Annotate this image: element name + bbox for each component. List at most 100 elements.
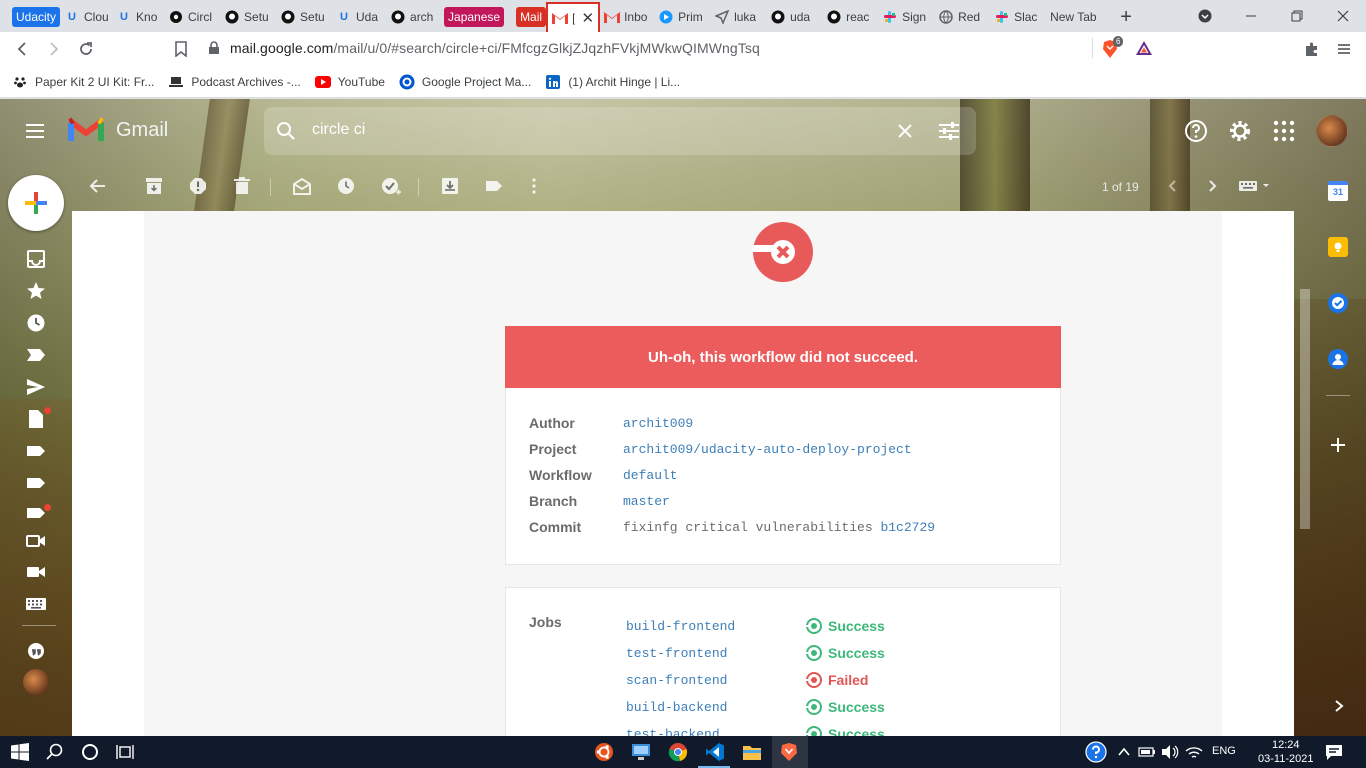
google-apps-grid-icon[interactable]	[1273, 120, 1297, 144]
compose-button[interactable]	[8, 175, 64, 231]
bookmark-podcast-archives[interactable]: Podcast Archives -...	[168, 74, 301, 90]
sent-icon[interactable]	[26, 377, 46, 397]
newer-chevron-left-icon[interactable]	[1164, 177, 1184, 197]
job-name-link[interactable]: build-backend	[626, 700, 806, 715]
tab-udacity-3[interactable]: U Uda	[332, 3, 386, 31]
bookmark-page-button[interactable]	[165, 33, 197, 65]
tab-github-uda[interactable]: uda	[766, 3, 822, 31]
tab-gmail-active[interactable]: [ ✕	[546, 2, 601, 32]
action-center-notification-icon[interactable]	[1322, 740, 1346, 764]
battery-icon[interactable]	[1135, 740, 1159, 764]
get-addons-plus-icon[interactable]	[1330, 437, 1346, 453]
reload-button[interactable]	[70, 33, 102, 65]
help-icon[interactable]	[1184, 119, 1208, 143]
job-name-link[interactable]: test-backend	[626, 727, 806, 737]
labels-icon[interactable]	[485, 177, 505, 197]
back-button[interactable]	[6, 33, 38, 65]
job-name-link[interactable]: test-frontend	[626, 646, 806, 661]
hangouts-avatar[interactable]	[23, 669, 49, 695]
search-bar[interactable]	[264, 107, 976, 155]
tab-udacity-knowledge[interactable]: U Kno	[112, 3, 164, 31]
gmail-logo[interactable]: Gmail	[68, 117, 168, 143]
tab-slack[interactable]: Slac	[990, 3, 1046, 31]
show-side-panel-chevron-icon[interactable]	[1332, 699, 1346, 713]
important-label-icon[interactable]	[26, 345, 46, 365]
contacts-icon[interactable]	[1328, 349, 1348, 369]
keyboard-icon[interactable]	[26, 594, 46, 614]
join-meeting-icon[interactable]	[26, 562, 46, 582]
volume-speaker-icon[interactable]	[1158, 740, 1182, 764]
tab-redirect[interactable]: Red	[934, 3, 990, 31]
tab-slack-signin[interactable]: Sign	[878, 3, 934, 31]
bookmark-youtube[interactable]: YouTube	[314, 74, 385, 90]
help-tray-icon[interactable]	[1084, 740, 1108, 764]
label-icon[interactable]	[26, 441, 46, 461]
restore-button[interactable]	[1274, 0, 1320, 32]
brave-shields-button[interactable]: 6	[1102, 36, 1124, 58]
browser-menu-button[interactable]	[1328, 33, 1360, 65]
minimize-button[interactable]	[1228, 0, 1274, 32]
report-spam-icon[interactable]	[189, 177, 209, 197]
extensions-button[interactable]	[1296, 33, 1328, 65]
new-tab-button[interactable]: +	[1112, 3, 1140, 31]
search-icon[interactable]	[276, 121, 296, 141]
bookmark-google-project[interactable]: Google Project Ma...	[399, 74, 531, 90]
file-explorer-icon[interactable]	[740, 740, 764, 764]
tab-new-tab[interactable]: New Tab	[1046, 3, 1112, 31]
more-options-icon[interactable]	[525, 177, 545, 197]
mark-unread-icon[interactable]	[293, 177, 313, 197]
brave-rewards-button[interactable]	[1135, 40, 1155, 58]
job-name-link[interactable]: scan-frontend	[626, 673, 806, 688]
message-scrollbar[interactable]	[1300, 289, 1310, 529]
chrome-icon[interactable]	[666, 740, 690, 764]
tab-github-setup-1[interactable]: Setu	[220, 3, 276, 31]
older-chevron-right-icon[interactable]	[1203, 177, 1223, 197]
add-to-tasks-icon[interactable]	[381, 177, 401, 197]
back-to-results-icon[interactable]	[89, 177, 109, 197]
drafts-icon[interactable]	[26, 409, 46, 429]
snoozed-clock-icon[interactable]	[26, 313, 46, 333]
project-link[interactable]: archit009/udacity-auto-deploy-project	[623, 442, 912, 457]
tab-search-button[interactable]	[1182, 0, 1228, 32]
windows-start-icon[interactable]	[8, 740, 32, 764]
move-to-icon[interactable]	[441, 177, 461, 197]
archive-icon[interactable]	[145, 177, 165, 197]
task-view-icon[interactable]	[113, 740, 137, 764]
starred-icon[interactable]	[26, 281, 46, 301]
tab-github-setup-2[interactable]: Setu	[276, 3, 332, 31]
forward-button[interactable]	[38, 33, 70, 65]
account-avatar[interactable]	[1316, 115, 1348, 147]
input-language-indicator[interactable]: ENG	[1212, 745, 1236, 757]
meet-video-icon[interactable]	[26, 531, 46, 551]
wifi-icon[interactable]	[1182, 740, 1206, 764]
address-bar[interactable]: mail.google.com/mail/u/0/#search/circle+…	[204, 34, 1162, 62]
clear-search-icon[interactable]	[897, 123, 913, 139]
inbox-icon[interactable]	[26, 249, 46, 269]
tab-group-udacity[interactable]: Udacity	[12, 3, 61, 31]
delete-trash-icon[interactable]	[233, 177, 253, 197]
tab-prime-video[interactable]: Prim	[654, 3, 710, 31]
tab-gmail-inbox[interactable]: Inbo	[600, 3, 654, 31]
workflow-link[interactable]: default	[623, 468, 678, 483]
commit-hash-link[interactable]: b1c2729	[880, 520, 935, 535]
branch-link[interactable]: master	[623, 494, 670, 509]
tab-circleci[interactable]: Circl	[164, 3, 220, 31]
ubuntu-icon[interactable]	[592, 740, 616, 764]
settings-gear-icon[interactable]	[1228, 119, 1252, 143]
tab-udacity-cloud[interactable]: U Clou	[60, 3, 112, 31]
remote-desktop-icon[interactable]	[629, 740, 653, 764]
tab-group-mail[interactable]: Mail	[516, 3, 547, 31]
close-window-button[interactable]	[1320, 0, 1366, 32]
hangouts-chat-icon[interactable]	[26, 642, 46, 662]
close-tab-icon[interactable]: ✕	[582, 9, 595, 27]
job-name-link[interactable]: build-frontend	[626, 619, 806, 634]
search-input[interactable]	[312, 121, 872, 139]
label-icon[interactable]	[26, 473, 46, 493]
tab-github-react[interactable]: reac	[822, 3, 878, 31]
taskbar-search-icon[interactable]	[43, 740, 67, 764]
label-icon[interactable]	[26, 503, 46, 523]
system-clock[interactable]: 12:24 03-11-2021	[1258, 738, 1313, 766]
tab-github-archit[interactable]: arch	[386, 3, 440, 31]
tasks-icon[interactable]	[1328, 293, 1348, 313]
show-hidden-icons-chevron-icon[interactable]	[1112, 740, 1136, 764]
